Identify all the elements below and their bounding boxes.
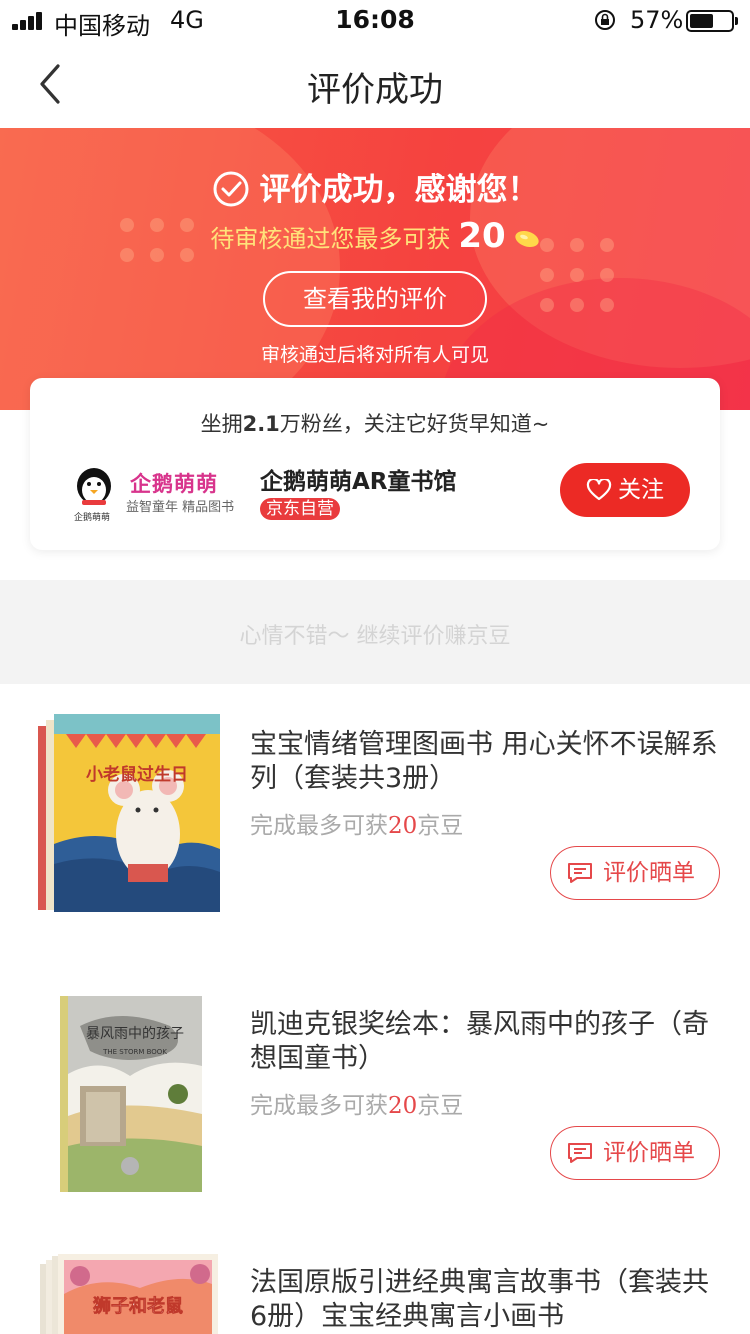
earn-suffix: 京豆	[417, 813, 464, 839]
product-cover-image[interactable]: 狮子和老鼠	[40, 1254, 220, 1334]
product-title[interactable]: 凯迪克银奖绘本：暴风雨中的孩子（奇想国童书）	[250, 1008, 720, 1076]
battery-percent: 57%	[630, 6, 684, 34]
product-title[interactable]: 宝宝情绪管理图画书 用心关怀不误解系列（套装共3册）	[250, 728, 720, 796]
cover-title-text: 暴风雨中的孩子	[86, 1026, 184, 1042]
follow-button[interactable]: 关注	[560, 463, 690, 517]
review-button-label: 评价晒单	[603, 860, 695, 886]
earn-amount: 20	[388, 813, 418, 839]
logo-title: 企鹅萌萌	[130, 472, 218, 496]
shop-logo[interactable]: 企鹅萌萌 益智童年 精品图书 企鹅萌萌	[74, 466, 235, 523]
self-operated-badge: 京东自营	[260, 498, 340, 520]
shop-card: 坐拥2.1万粉丝，关注它好货早知道~ 企鹅萌萌 益智童年 精品图书 企鹅萌萌 企…	[30, 378, 720, 550]
visibility-note: 审核通过后将对所有人可见	[260, 344, 489, 366]
penguin-logo-icon	[77, 468, 111, 505]
success-message: 评价成功，感谢您！	[0, 164, 750, 209]
fans-prefix: 坐拥	[200, 412, 243, 436]
review-and-share-button[interactable]: 评价晒单	[550, 846, 720, 900]
fans-count: 2.1	[242, 412, 280, 436]
page-title: 评价成功	[307, 70, 443, 110]
check-circle-icon	[213, 171, 248, 207]
rotation-lock-icon	[595, 10, 615, 30]
comment-icon	[568, 1143, 592, 1163]
logo-subtitle: 益智童年 精品图书	[126, 500, 235, 515]
continue-prompt: 心情不错～ 继续评价赚京豆	[239, 624, 511, 649]
product-item: 小老鼠过生日 宝宝情绪管理图画书 用心关怀不误解系列（套装共3册） 完成最多可获…	[0, 710, 750, 970]
logo-small-caption: 企鹅萌萌	[74, 513, 111, 523]
earn-reward-text: 完成最多可获20京豆	[250, 1086, 463, 1120]
cover-subtitle-text: THE STORM BOOK	[102, 1048, 167, 1056]
continue-prompt-strip: 心情不错～ 继续评价赚京豆	[0, 580, 750, 684]
reward-amount: 20	[458, 216, 506, 256]
cover-title-text: 狮子和老鼠	[93, 1295, 183, 1317]
product-item: 狮子和老鼠 法国原版引进经典寓言故事书（套装共6册）宝宝经典寓言小画书	[0, 1248, 750, 1334]
shop-name[interactable]: 企鹅萌萌AR童书馆	[260, 462, 457, 496]
follow-label: 关注	[618, 477, 664, 503]
success-text: 评价成功，感谢您！	[259, 172, 539, 208]
earn-prefix: 完成最多可获	[250, 1093, 388, 1119]
review-button-label: 评价晒单	[603, 1140, 695, 1166]
product-item: 暴风雨中的孩子 THE STORM BOOK 凯迪克银奖绘本：暴风雨中的孩子（奇…	[0, 990, 750, 1250]
comment-icon	[568, 863, 592, 883]
product-cover-image[interactable]: 小老鼠过生日	[36, 714, 224, 916]
product-cover-image[interactable]: 暴风雨中的孩子 THE STORM BOOK	[60, 996, 202, 1192]
jingdou-bean-icon	[515, 230, 539, 248]
product-title[interactable]: 法国原版引进经典寓言故事书（套装共6册）宝宝经典寓言小画书	[250, 1266, 720, 1334]
heart-icon	[586, 479, 612, 501]
view-my-review-button[interactable]: 查看我的评价	[263, 271, 487, 327]
earn-amount: 20	[388, 1093, 418, 1119]
reward-prefix: 待审核通过您最多可获	[210, 225, 451, 253]
battery-fill	[690, 14, 713, 28]
cover-title-text: 小老鼠过生日	[86, 764, 188, 785]
earn-suffix: 京豆	[417, 1093, 464, 1119]
battery-icon	[686, 10, 738, 32]
review-and-share-button[interactable]: 评价晒单	[550, 1126, 720, 1180]
earn-prefix: 完成最多可获	[250, 813, 388, 839]
earn-reward-text: 完成最多可获20京豆	[250, 806, 463, 840]
nav-bar: 评价成功	[0, 40, 750, 128]
reward-message: 待审核通过您最多可获 20	[0, 216, 750, 256]
fans-text: 坐拥2.1万粉丝，关注它好货早知道~	[30, 408, 720, 438]
status-bar: 中国移动 4G 16:08 57%	[0, 0, 750, 40]
success-banner: 评价成功，感谢您！ 待审核通过您最多可获 20 查看我的评价 审核通过后将对所有人…	[0, 128, 750, 410]
fans-suffix: 万粉丝，关注它好货早知道~	[279, 412, 550, 436]
